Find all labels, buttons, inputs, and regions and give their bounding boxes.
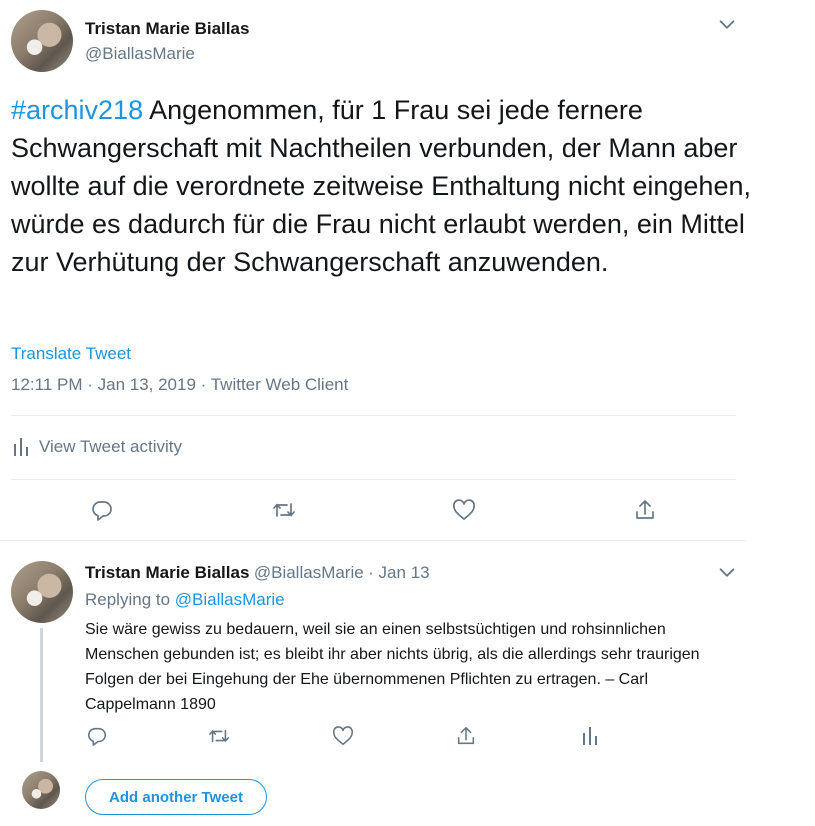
chevron-down-icon[interactable] — [716, 14, 738, 36]
replying-to-label: Replying to — [85, 590, 171, 609]
reply-header: Tristan Marie Biallas @BiallasMarie · Ja… — [85, 563, 430, 583]
chevron-down-icon[interactable] — [716, 562, 738, 584]
avatar[interactable] — [11, 561, 73, 623]
view-tweet-activity[interactable]: View Tweet activity — [13, 437, 182, 457]
reply-icon[interactable] — [83, 722, 111, 750]
replying-to-handle[interactable]: @BiallasMarie — [175, 590, 285, 609]
hashtag-link[interactable]: #archiv218 — [11, 95, 143, 125]
like-icon[interactable] — [450, 496, 478, 524]
author-name[interactable]: Tristan Marie Biallas — [85, 563, 249, 582]
share-icon[interactable] — [452, 722, 480, 750]
author-handle[interactable]: @BiallasMarie — [254, 563, 364, 582]
divider — [0, 540, 746, 541]
reply-text: Sie wäre gewiss zu bedauern, weil sie an… — [85, 621, 700, 713]
add-another-tweet-button[interactable]: Add another Tweet — [85, 779, 267, 815]
tweet-date[interactable]: · Jan 13 — [368, 563, 429, 582]
reply-icon[interactable] — [88, 496, 116, 524]
share-icon[interactable] — [631, 496, 659, 524]
view-activity-label: View Tweet activity — [39, 437, 182, 456]
tweet-timestamp[interactable]: 12:11 PM · Jan 13, 2019 · Twitter Web Cl… — [11, 375, 348, 395]
retweet-icon[interactable] — [205, 722, 233, 750]
avatar[interactable] — [11, 10, 73, 72]
translate-tweet-link[interactable]: Translate Tweet — [11, 344, 131, 364]
analytics-icon — [13, 437, 29, 457]
tweet-text: #archiv218 Angenommen, für 1 Frau sei je… — [11, 91, 761, 281]
analytics-icon[interactable] — [576, 722, 604, 750]
replying-to: Replying to @BiallasMarie — [85, 590, 285, 610]
author-name[interactable]: Tristan Marie Biallas — [85, 19, 249, 39]
divider — [11, 415, 736, 416]
avatar — [22, 771, 60, 809]
retweet-icon[interactable] — [270, 496, 298, 524]
like-icon[interactable] — [329, 722, 357, 750]
thread-line — [40, 628, 43, 762]
author-handle[interactable]: @BiallasMarie — [85, 44, 195, 64]
divider — [11, 479, 736, 480]
